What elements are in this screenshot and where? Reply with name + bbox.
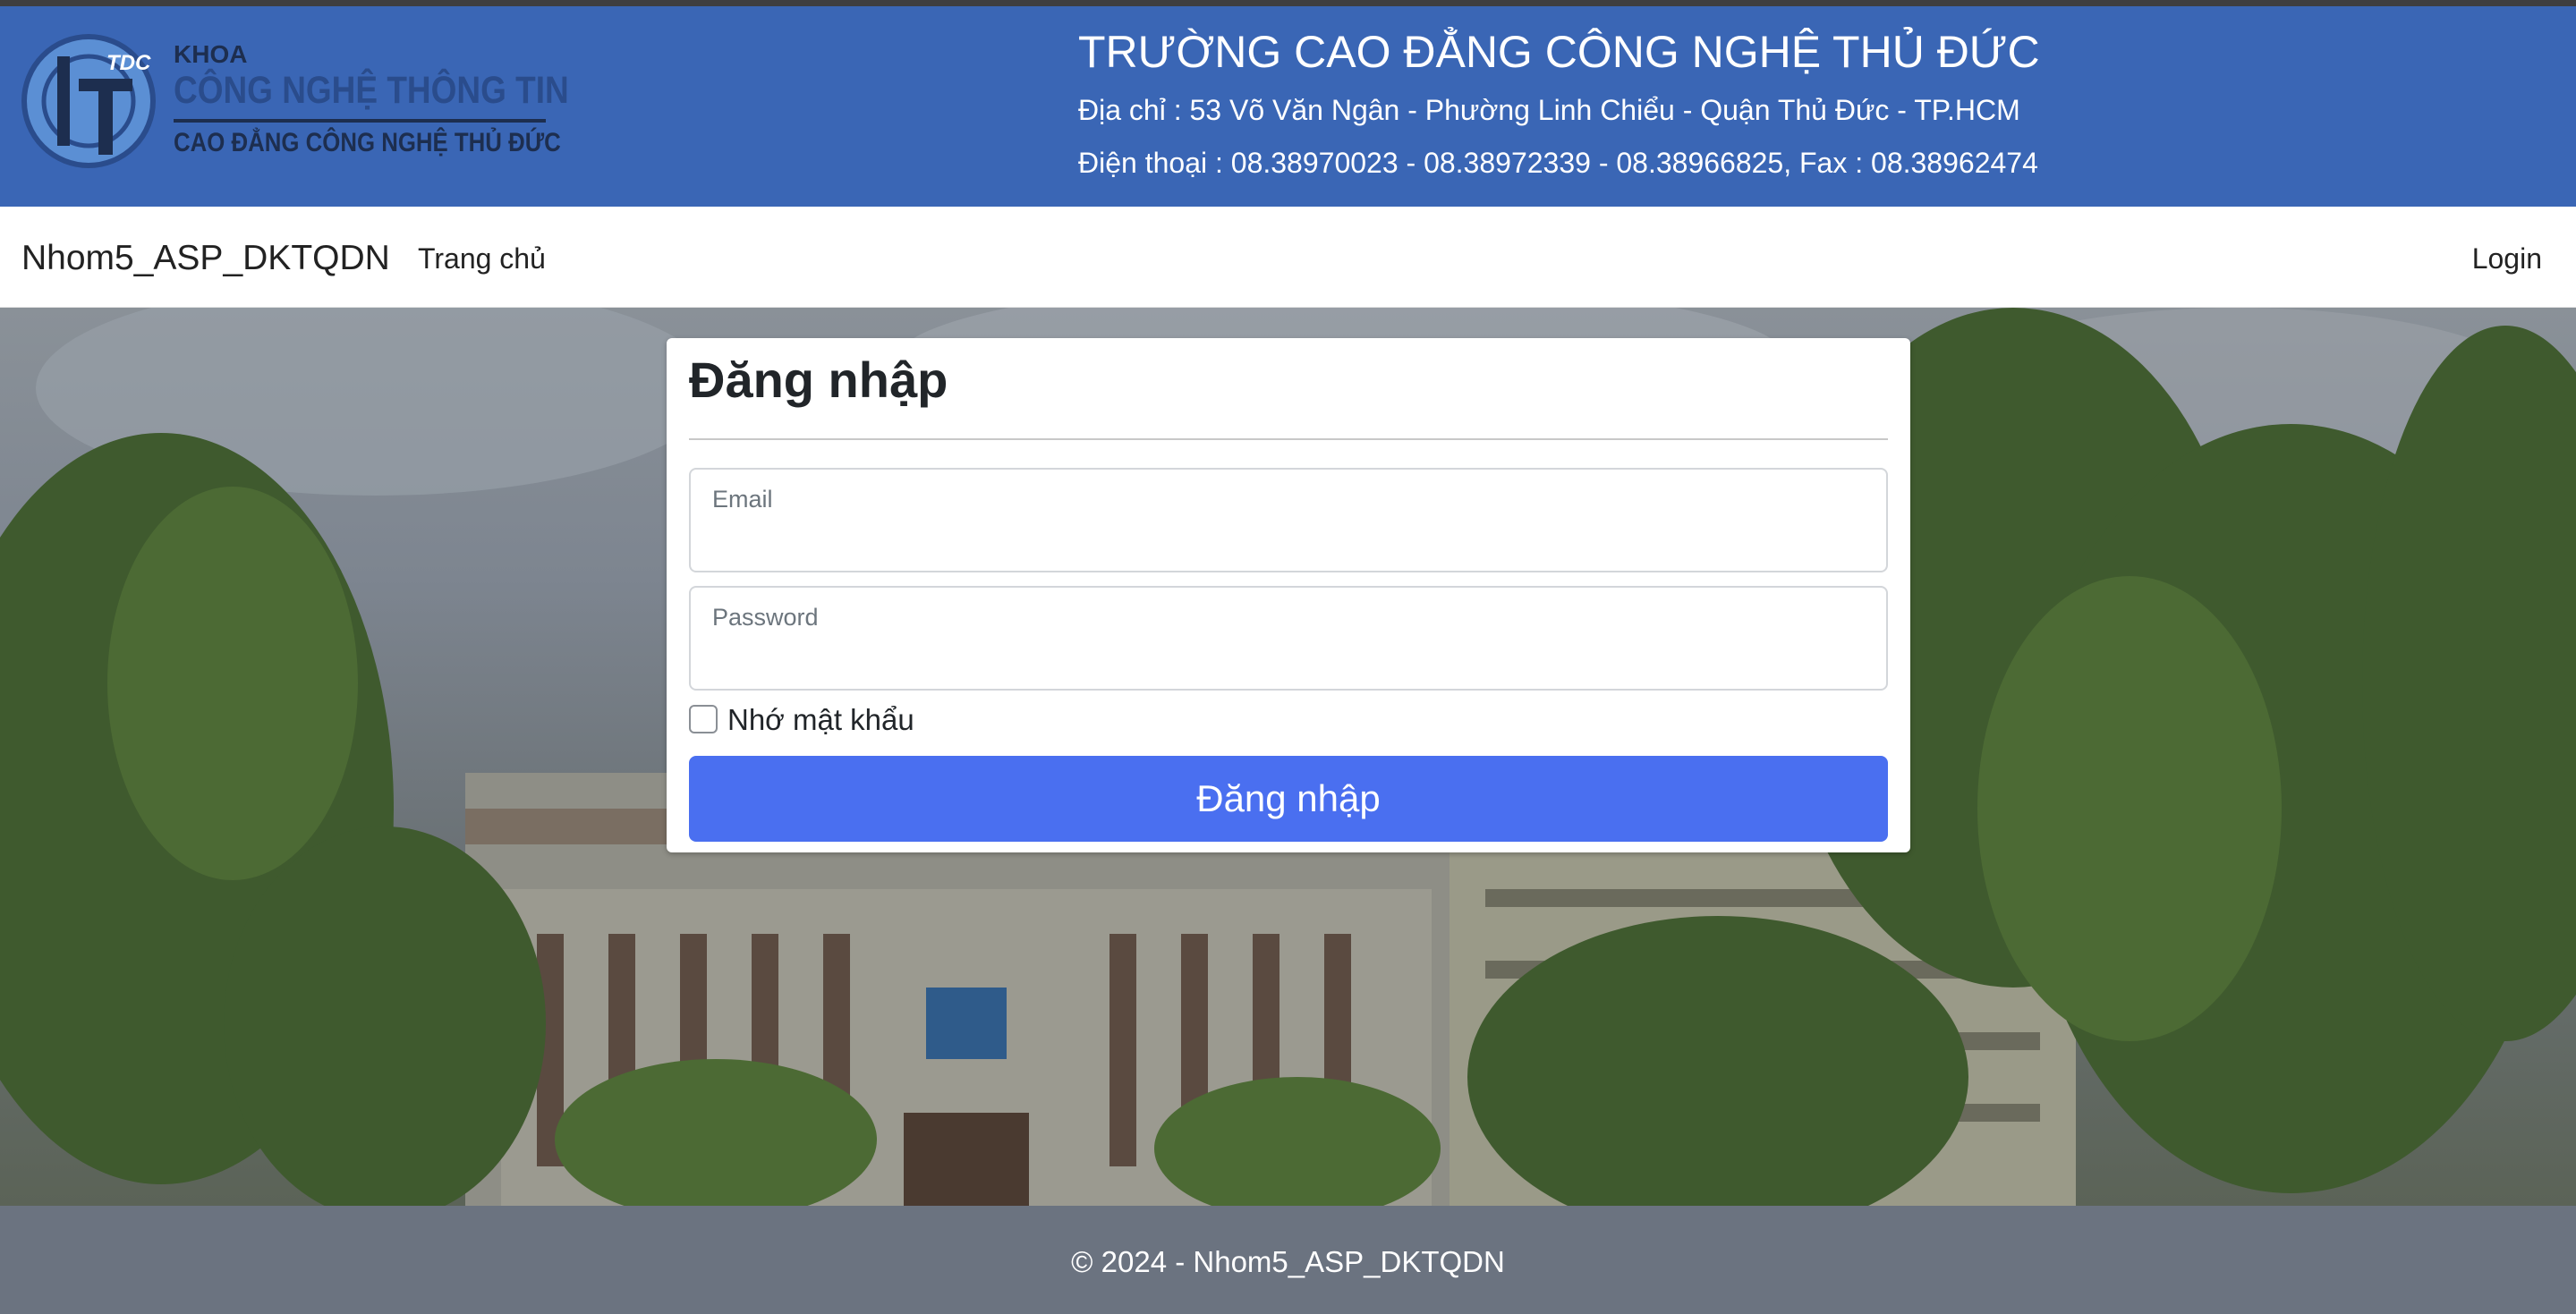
logo-divider <box>174 119 546 123</box>
login-card: Đăng nhập Email Password Nhớ mật khẩu Đă… <box>667 338 1910 852</box>
school-address: Địa chỉ : 53 Võ Văn Ngân - Phường Linh C… <box>1078 94 2020 126</box>
logo-college-text: CAO ĐẲNG CÔNG NGHỆ THỦ ĐỨC <box>174 128 561 157</box>
school-name: TRƯỜNG CAO ĐẲNG CÔNG NGHỆ THỦ ĐỨC <box>1078 27 2040 77</box>
email-label: Email <box>712 486 773 513</box>
password-field[interactable]: Password <box>689 586 1888 691</box>
page-footer: © 2024 - Nhom5_ASP_DKTQDN <box>0 1206 2576 1314</box>
title-divider <box>689 438 1888 440</box>
tdc-logo-icon: TDC <box>21 34 156 168</box>
email-input[interactable] <box>710 520 1865 559</box>
footer-copyright: © 2024 - Nhom5_ASP_DKTQDN <box>1071 1245 1505 1278</box>
nav-home-link[interactable]: Trang chủ <box>418 242 546 276</box>
faculty-logo: TDC KHOA CÔNG NGHỆ THÔNG TIN CAO ĐẲNG CÔ… <box>21 24 569 176</box>
login-title: Đăng nhập <box>689 352 948 408</box>
nav-login-link[interactable]: Login <box>2472 242 2542 276</box>
school-phone: Điện thoại : 08.38970023 - 08.38972339 -… <box>1078 147 2038 179</box>
top-navbar: Nhom5_ASP_DKTQDN Trang chủ Login <box>0 207 2576 308</box>
remember-me-label[interactable]: Nhớ mật khẩu <box>727 703 914 737</box>
password-label: Password <box>712 604 819 631</box>
remember-me-checkbox[interactable] <box>689 705 718 733</box>
email-field[interactable]: Email <box>689 468 1888 572</box>
top-strip <box>0 0 2576 6</box>
password-input[interactable] <box>710 638 1865 677</box>
navbar-brand-link[interactable]: Nhom5_ASP_DKTQDN <box>21 239 390 278</box>
svg-text:TDC: TDC <box>106 51 151 75</box>
school-banner: TDC KHOA CÔNG NGHỆ THÔNG TIN CAO ĐẲNG CÔ… <box>0 6 2576 207</box>
logo-faculty-text: CÔNG NGHỆ THÔNG TIN <box>174 69 569 112</box>
login-submit-button[interactable]: Đăng nhập <box>689 756 1888 842</box>
logo-khoa-text: KHOA <box>174 40 248 68</box>
